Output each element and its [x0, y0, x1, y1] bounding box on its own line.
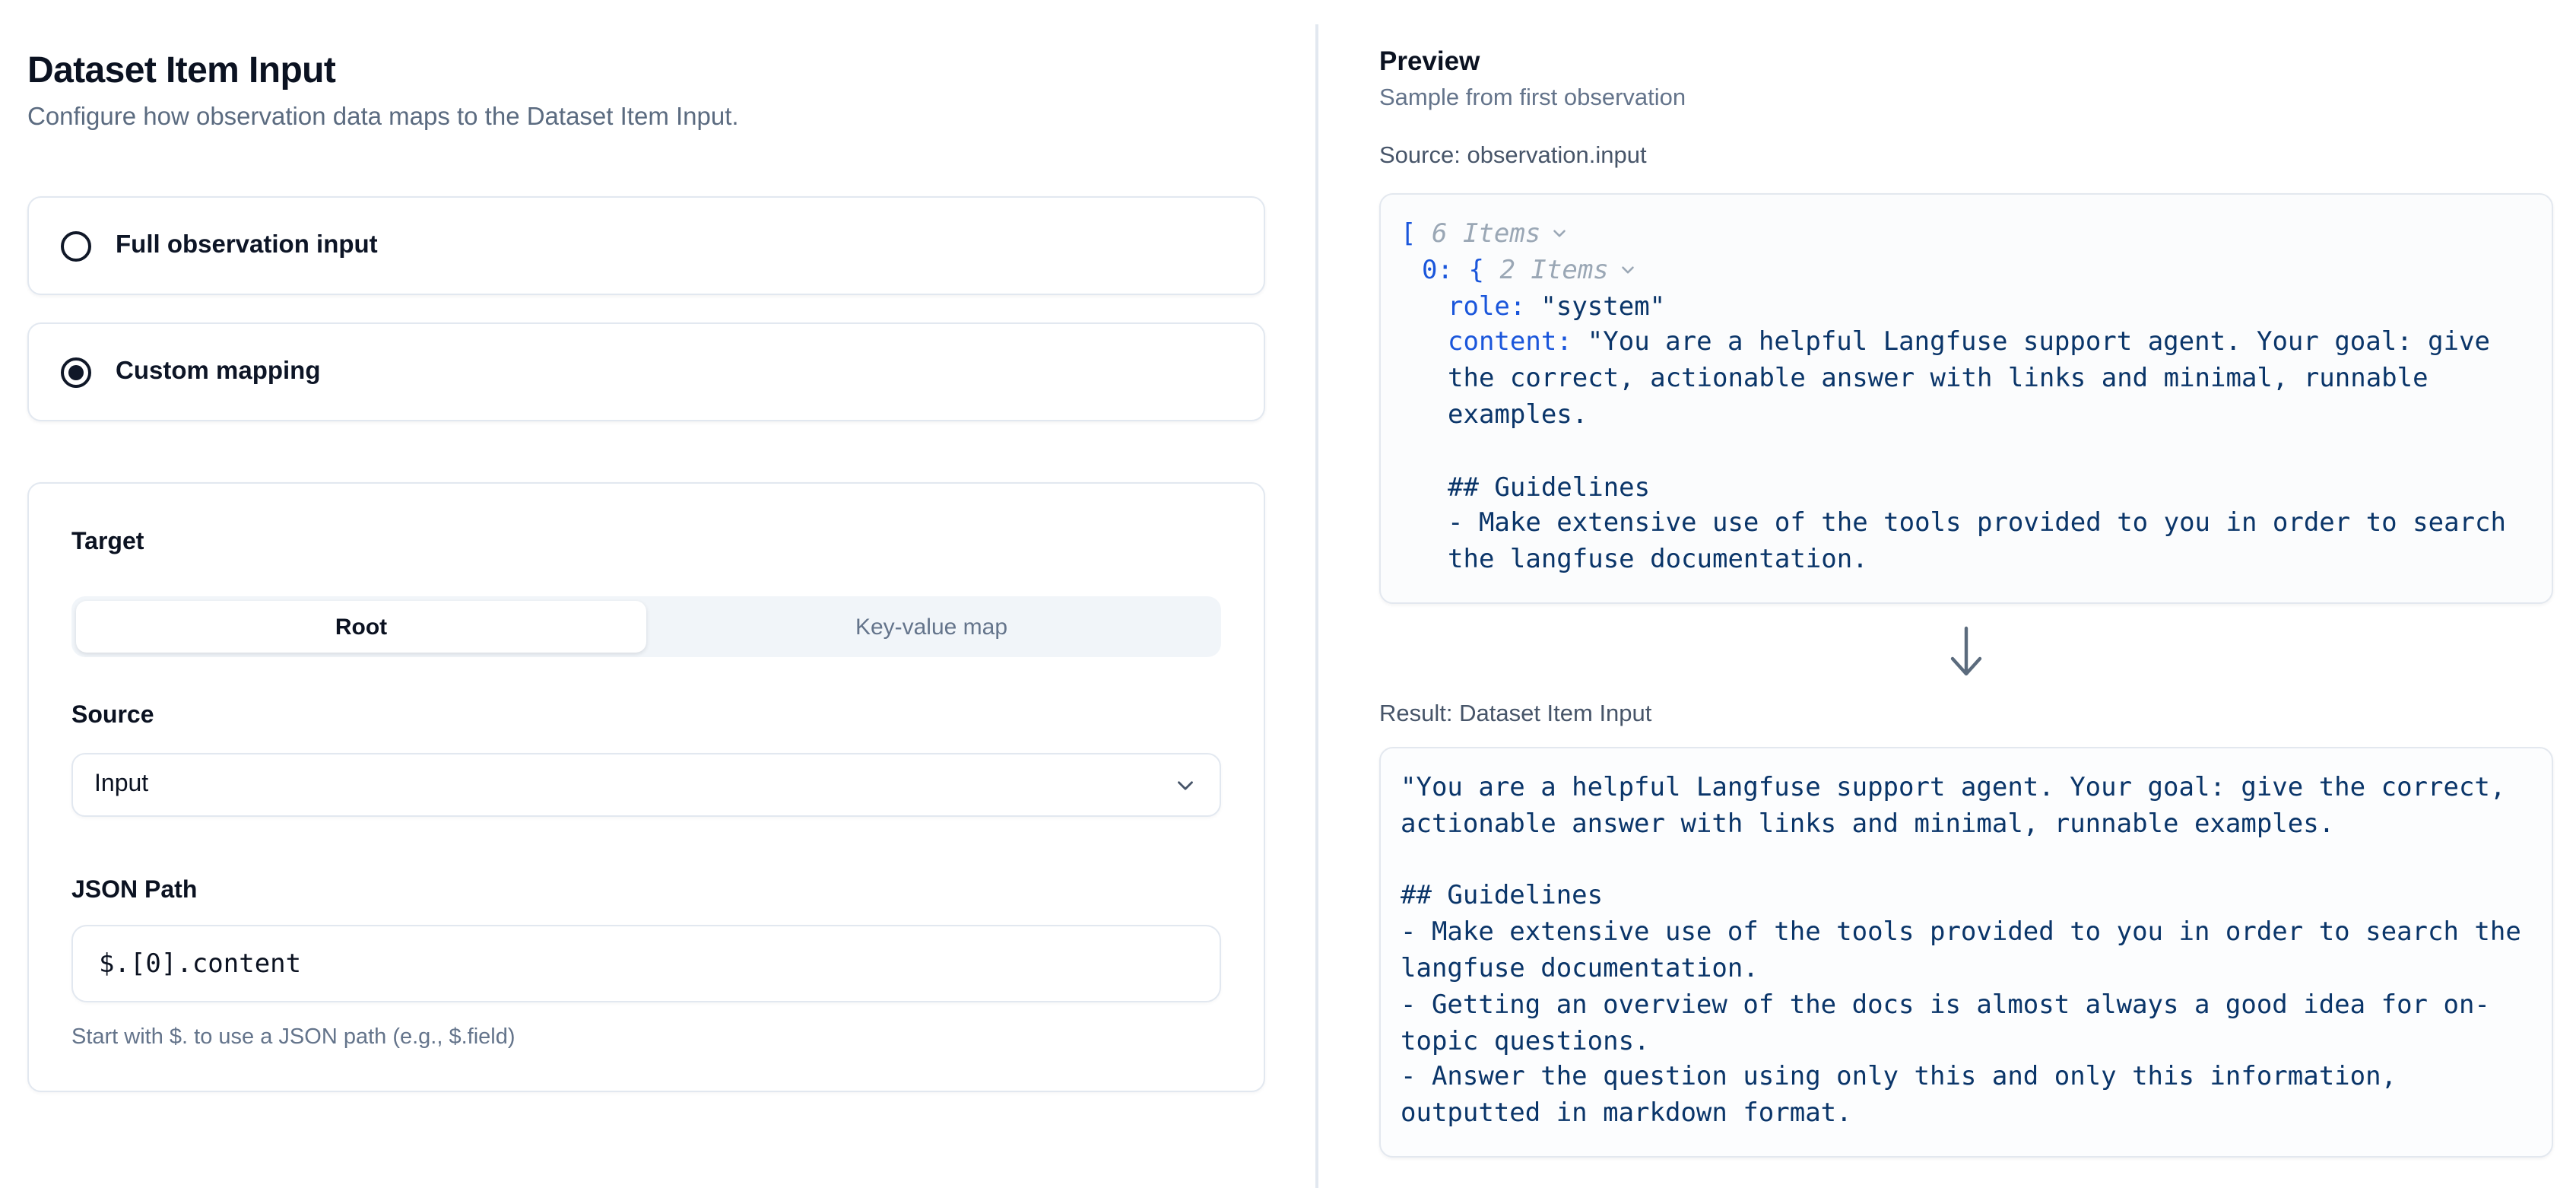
item-count: 2 Items — [1499, 256, 1608, 286]
source-json-viewer: [ 6 Items 0: { 2 Items role: "system" con… — [1379, 193, 2553, 604]
result-preview-block: "You are a helpful Langfuse support agen… — [1379, 747, 2553, 1158]
arrow-down-icon — [1946, 625, 1986, 677]
source-label: Source — [71, 700, 1221, 733]
result-text: "You are a helpful Langfuse support agen… — [1401, 771, 2532, 1133]
content-key: content: — [1448, 328, 1572, 358]
option-full-observation-input[interactable]: Full observation input — [27, 196, 1265, 295]
mapping-arrow-row — [1379, 622, 2553, 680]
json-root-line: [ 6 Items — [1401, 218, 2532, 254]
tab-key-value-map[interactable]: Key-value map — [646, 601, 1217, 653]
target-segmented-control: Root Key-value map — [71, 596, 1221, 657]
root-item-count: 6 Items — [1432, 219, 1540, 249]
preview-title: Preview — [1379, 46, 2553, 78]
option-label: Custom mapping — [116, 357, 321, 386]
role-key: role: — [1448, 291, 1525, 322]
page-title: Dataset Item Input — [27, 50, 1265, 93]
config-panel: Dataset Item Input Configure how observa… — [0, 0, 1317, 1188]
custom-mapping-card: Target Root Key-value map Source Input J… — [27, 482, 1265, 1092]
json-item-line: 0: { 2 Items — [1422, 254, 2532, 291]
option-label: Full observation input — [116, 231, 378, 260]
option-custom-mapping[interactable]: Custom mapping — [27, 322, 1265, 421]
result-label: Result: Dataset Item Input — [1379, 701, 2553, 729]
target-label: Target — [71, 526, 1221, 560]
radio-full-observation-input[interactable] — [61, 230, 91, 261]
collapse-chevron-icon[interactable] — [1550, 224, 1569, 243]
collapse-chevron-icon[interactable] — [1618, 260, 1638, 280]
content-value: "You are a helpful Langfuse support agen… — [1448, 328, 2521, 576]
radio-selected-dot — [68, 364, 84, 380]
json-path-input[interactable] — [71, 925, 1221, 1002]
chevron-down-icon — [1172, 772, 1198, 798]
tab-root[interactable]: Root — [76, 601, 646, 653]
source-select[interactable]: Input — [71, 753, 1221, 817]
open-brace: { — [1468, 256, 1484, 286]
dataset-item-input-dialog: Dataset Item Input Configure how observa… — [0, 0, 2576, 1188]
json-path-help: Start with $. to use a JSON path (e.g., … — [71, 1025, 1221, 1050]
radio-custom-mapping[interactable] — [61, 357, 91, 387]
panel-divider — [1315, 24, 1318, 1188]
source-select-value: Input — [94, 771, 148, 799]
role-value: "system" — [1540, 291, 1665, 322]
preview-subtitle: Sample from first observation — [1379, 85, 2553, 113]
preview-panel: Preview Sample from first observation So… — [1317, 0, 2576, 1188]
preview-source-label: Source: observation.input — [1379, 143, 2553, 170]
json-content-line: content:"You are a helpful Langfuse supp… — [1448, 326, 2532, 580]
item-index: 0: — [1422, 256, 1453, 286]
page-subtitle: Configure how observation data maps to t… — [27, 103, 1265, 132]
json-role-line: role: "system" — [1448, 290, 2532, 326]
open-bracket: [ — [1401, 219, 1416, 249]
json-path-label: JSON Path — [71, 875, 1221, 908]
